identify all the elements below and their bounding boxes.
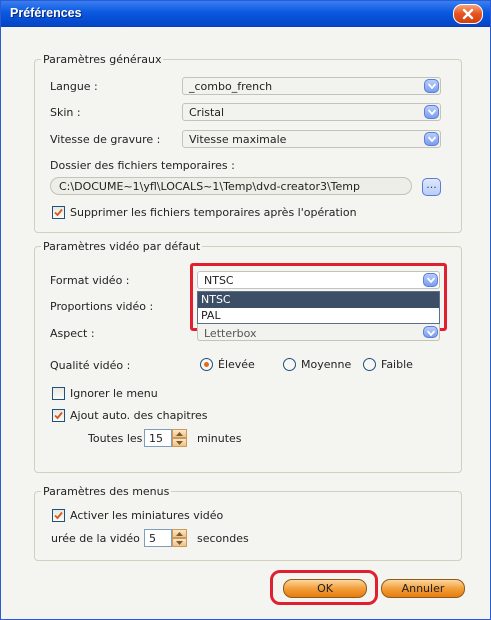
chapter-interval-input[interactable]: 15 [144, 429, 172, 447]
chevron-down-icon[interactable] [424, 132, 439, 146]
caret-up-icon [176, 432, 183, 436]
aspect-select[interactable]: Letterbox [197, 324, 440, 341]
chevron-down-icon[interactable] [424, 79, 439, 93]
minutes-label: minutes [197, 432, 242, 445]
temp-folder-field[interactable]: C:\DOCUME~1\yfl\LOCALS~1\Temp\dvd-creato… [50, 177, 412, 195]
quality-low-radio[interactable] [363, 358, 376, 371]
menu-settings-legend: Paramètres des menus [43, 485, 170, 498]
skin-value: Cristal [189, 106, 225, 119]
stepper-down-button[interactable] [172, 438, 187, 447]
duration-label: urée de la vidéo [51, 532, 140, 545]
temp-folder-value: C:\DOCUME~1\yfl\LOCALS~1\Temp\dvd-creato… [59, 180, 360, 193]
delete-temp-label: Supprimer les fichiers temporaires après… [70, 206, 357, 219]
caret-up-icon [176, 532, 183, 536]
stepper-up-button[interactable] [172, 529, 187, 538]
skin-label: Skin : [50, 106, 81, 119]
burn-speed-label: Vitesse de gravure : [50, 133, 161, 146]
quality-medium-label: Moyenne [301, 358, 352, 371]
checkmark-icon [54, 511, 63, 520]
video-settings-legend: Paramètres vidéo par défaut [43, 240, 201, 253]
delete-temp-checkbox[interactable] [52, 206, 65, 219]
general-settings-legend: Paramètres généraux [43, 53, 162, 66]
language-value: _combo_french [189, 80, 273, 93]
quality-high-radio[interactable] [200, 358, 213, 371]
duration-value: 5 [149, 532, 156, 545]
duration-input[interactable]: 5 [144, 529, 172, 547]
auto-chapters-checkbox[interactable] [52, 409, 65, 422]
every-label: Toutes les [88, 432, 143, 445]
stepper-down-button[interactable] [172, 538, 187, 547]
chapter-interval-stepper[interactable]: 15 [144, 429, 187, 447]
highlight-box-format [190, 263, 447, 331]
title-bar[interactable]: Préférences [1, 1, 490, 27]
language-select[interactable]: _combo_french [182, 77, 441, 95]
preferences-window: Préférences Paramètres généraux Langue :… [0, 0, 491, 620]
close-icon [462, 8, 474, 20]
menu-settings-group: Paramètres des menus [34, 485, 462, 561]
radio-selected-dot [204, 362, 209, 367]
stepper-up-button[interactable] [172, 429, 187, 438]
seconds-label: secondes [197, 532, 249, 545]
video-ratio-label: Proportions vidéo : [50, 300, 154, 313]
cancel-button[interactable]: Annuler [381, 579, 465, 598]
caret-down-icon [176, 441, 183, 445]
checkmark-icon [54, 411, 63, 420]
ignore-menu-checkbox[interactable] [52, 387, 65, 400]
skin-select[interactable]: Cristal [182, 103, 441, 121]
burn-speed-value: Vitesse maximale [189, 133, 287, 146]
highlight-box-ok [270, 570, 378, 605]
ignore-menu-label: Ignorer le menu [70, 387, 158, 400]
thumbnails-checkbox[interactable] [52, 509, 65, 522]
burn-speed-select[interactable]: Vitesse maximale [182, 130, 441, 148]
checkmark-icon [54, 208, 63, 217]
quality-medium-radio[interactable] [283, 358, 296, 371]
thumbnails-label: Activer les miniatures vidéo [70, 509, 224, 522]
aspect-label: Aspect : [50, 327, 95, 340]
aspect-value: Letterbox [204, 327, 257, 340]
video-format-label: Format vidéo : [50, 274, 130, 287]
quality-low-label: Faible [381, 358, 413, 371]
chevron-down-icon[interactable] [424, 105, 439, 119]
browse-button[interactable]: ... [422, 178, 441, 196]
auto-chapters-label: Ajout auto. des chapitres [70, 409, 208, 422]
temp-folder-label: Dossier des fichiers temporaires : [50, 159, 235, 172]
quality-label: Qualité vidéo : [50, 359, 131, 372]
caret-down-icon [176, 541, 183, 545]
chevron-down-icon[interactable] [423, 326, 438, 338]
language-label: Langue : [50, 80, 98, 93]
window-title: Préférences [10, 6, 82, 20]
duration-stepper[interactable]: 5 [144, 529, 187, 547]
quality-high-label: Élevée [218, 358, 255, 371]
chapter-interval-value: 15 [149, 432, 163, 445]
close-button[interactable] [453, 4, 483, 24]
